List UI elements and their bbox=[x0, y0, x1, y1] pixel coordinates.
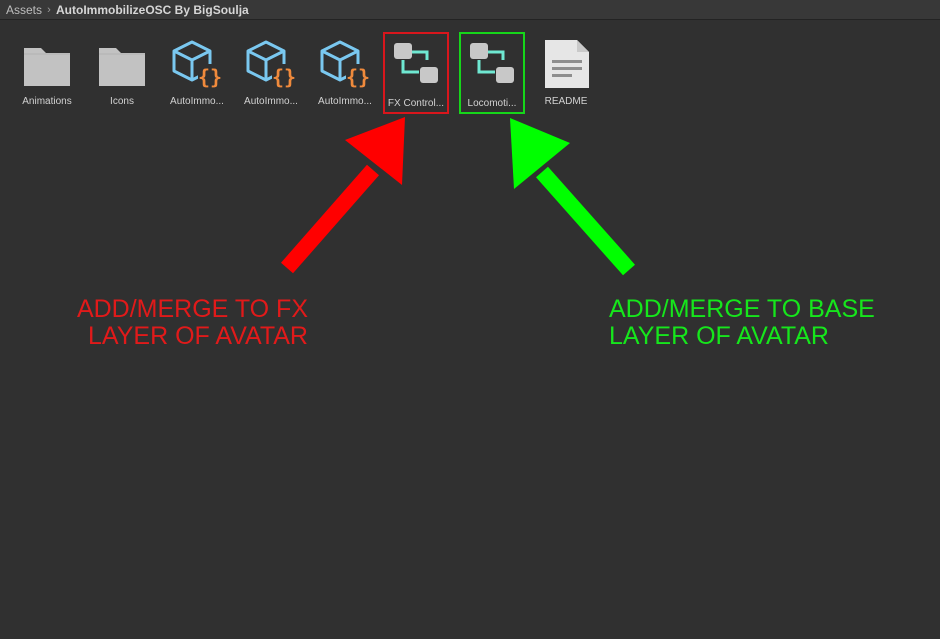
asset-fx-controller[interactable]: FX Control... bbox=[383, 32, 449, 114]
asset-label: AutoImmo... bbox=[170, 96, 224, 107]
folder-icon bbox=[24, 48, 70, 86]
fx-instruction-line-1: ADD/MERGE TO FX bbox=[76, 295, 308, 323]
base-layer-instruction: ADD/MERGE TO BASE LAYER OF AVATAR bbox=[609, 296, 875, 350]
asset-label: AutoImmo... bbox=[318, 96, 372, 107]
red-arrow-icon bbox=[280, 117, 405, 274]
script-asset-icon: {} bbox=[172, 40, 222, 89]
asset-script-1[interactable]: {} AutoImmo... bbox=[164, 32, 230, 114]
fx-instruction-line-2: LAYER OF AVATAR bbox=[88, 322, 308, 350]
asset-label: README bbox=[544, 96, 588, 107]
asset-grid: Animations Icons {} AutoImmo... {} AutoI… bbox=[0, 21, 940, 121]
asset-icons-folder[interactable]: Icons bbox=[89, 32, 155, 114]
animator-controller-icon bbox=[394, 43, 438, 83]
svg-text:{}: {} bbox=[198, 65, 222, 89]
breadcrumb-assets[interactable]: Assets bbox=[6, 3, 42, 17]
asset-locomotion-controller[interactable]: Locomoti... bbox=[459, 32, 525, 114]
breadcrumb: Assets › AutoImmobilizeOSC By BigSoulja bbox=[0, 0, 940, 20]
asset-label: Locomoti... bbox=[467, 98, 517, 109]
asset-label: Icons bbox=[110, 96, 134, 107]
breadcrumb-current-folder[interactable]: AutoImmobilizeOSC By BigSoulja bbox=[56, 3, 249, 17]
asset-readme[interactable]: README bbox=[533, 32, 599, 114]
fx-layer-instruction: ADD/MERGE TO FX LAYER OF AVATAR bbox=[70, 296, 308, 350]
base-instruction-line-2: LAYER OF AVATAR bbox=[609, 322, 829, 350]
asset-label: Animations bbox=[22, 96, 72, 107]
asset-script-3[interactable]: {} AutoImmo... bbox=[312, 32, 378, 114]
folder-icon bbox=[99, 48, 145, 86]
svg-text:{}: {} bbox=[346, 65, 370, 89]
asset-animations-folder[interactable]: Animations bbox=[14, 32, 80, 114]
svg-text:{}: {} bbox=[272, 65, 296, 89]
base-instruction-line-1: ADD/MERGE TO BASE bbox=[609, 295, 875, 323]
green-arrow-icon bbox=[510, 118, 635, 276]
breadcrumb-chevron-icon: › bbox=[47, 3, 51, 16]
script-asset-icon: {} bbox=[246, 40, 296, 89]
asset-script-2[interactable]: {} AutoImmo... bbox=[238, 32, 304, 114]
script-asset-icon: {} bbox=[320, 40, 370, 89]
asset-label: FX Control... bbox=[387, 98, 445, 109]
text-document-icon bbox=[545, 40, 589, 88]
project-window: Assets › AutoImmobilizeOSC By BigSoulja … bbox=[0, 0, 940, 639]
asset-label: AutoImmo... bbox=[244, 96, 298, 107]
animator-controller-icon bbox=[470, 43, 514, 83]
